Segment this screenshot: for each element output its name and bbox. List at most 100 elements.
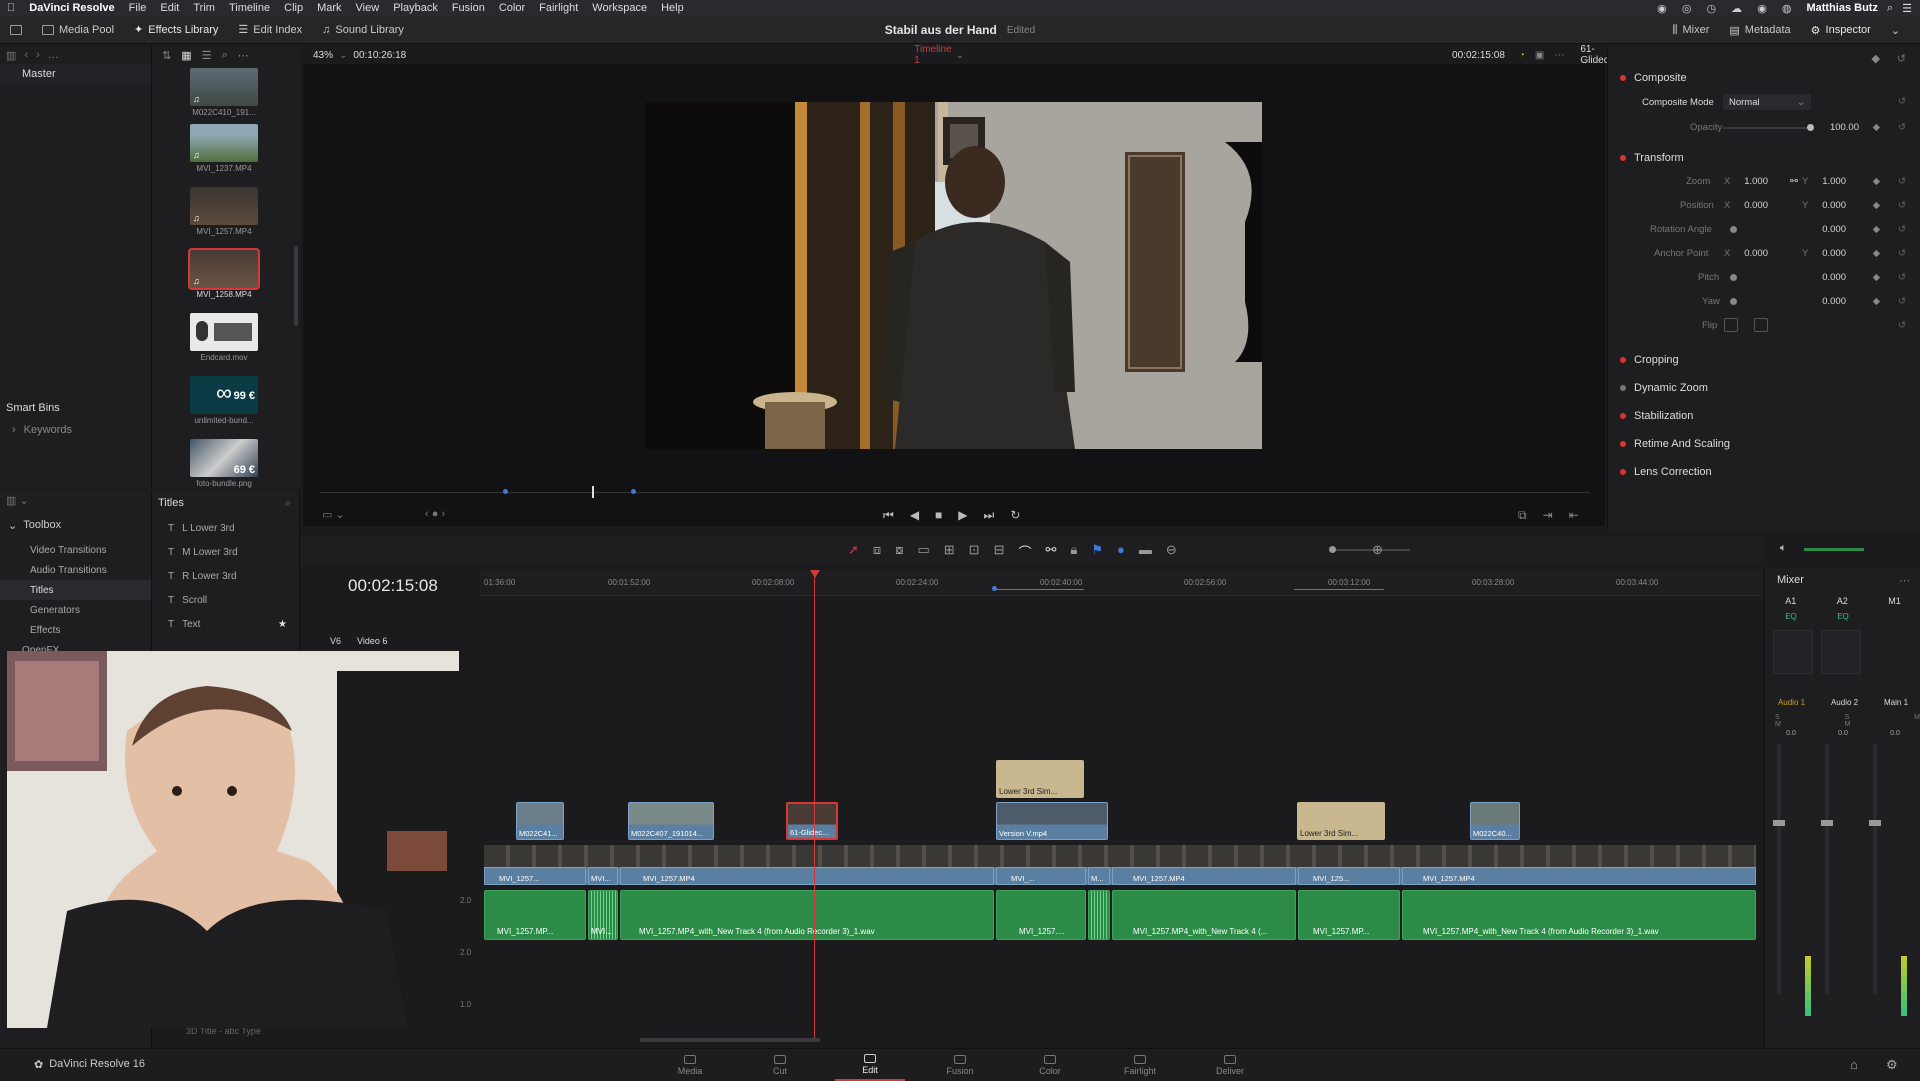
prev-edit-icon[interactable]: ⇤ — [1569, 508, 1579, 523]
keyframe-icon[interactable]: ◆ — [1873, 224, 1880, 235]
reset-icon[interactable]: ↺ — [1897, 52, 1906, 65]
title-clip[interactable]: Lower 3rd Sim... — [1297, 802, 1385, 840]
master-volume-slider[interactable] — [1804, 548, 1864, 551]
menu-clip[interactable]: Clip — [277, 2, 310, 14]
marker-icon[interactable]: ● — [1117, 542, 1125, 561]
keyframe-icon[interactable]: ◆ — [1873, 296, 1880, 307]
video-clip[interactable]: MVI_... — [996, 867, 1086, 885]
zoom-out-icon[interactable]: ⊖ — [1166, 542, 1177, 561]
status-icons[interactable]: ◉ ◎ ◷ ☁ ◉ ◍ — [1657, 2, 1797, 15]
search-icon[interactable]: ⌕ — [1887, 2, 1893, 15]
menu-playback[interactable]: Playback — [386, 2, 445, 14]
expand-icon[interactable]: ⌄ — [1881, 16, 1910, 44]
media-pool-button[interactable]: Media Pool — [32, 16, 124, 44]
video-clip[interactable]: M... — [1088, 867, 1110, 885]
menu-mark[interactable]: Mark — [310, 2, 348, 14]
page-fusion[interactable]: Fusion — [925, 1049, 995, 1081]
master-bin[interactable]: Master — [0, 64, 151, 84]
opacity-slider-handle[interactable] — [1807, 124, 1814, 131]
video-clip[interactable]: MVI_1257.MP4 — [1402, 867, 1756, 885]
sound-library-button[interactable]: ♫ Sound Library — [312, 16, 414, 44]
link-icon[interactable]: ⚯ — [1790, 176, 1798, 187]
reset-icon[interactable]: ↺ — [1898, 320, 1906, 331]
page-cut[interactable]: Cut — [745, 1049, 815, 1081]
zoom-x-value[interactable]: 1.000 — [1734, 176, 1768, 187]
title-item[interactable]: TL Lower 3rd — [152, 516, 299, 540]
scrubber-playhead[interactable] — [592, 486, 594, 498]
keyframe-icon[interactable]: ◆ — [1873, 248, 1880, 259]
timeline-view-icon[interactable]: ▬ — [1139, 542, 1152, 561]
opacity-slider[interactable] — [1723, 127, 1811, 129]
video-clip[interactable]: MVI_1257.MP4 — [1112, 867, 1296, 885]
more-icon[interactable]: ⋯ — [1554, 50, 1564, 61]
reset-icon[interactable]: ↺ — [1898, 272, 1906, 283]
reset-icon[interactable]: ↺ — [1898, 248, 1906, 259]
video-clip[interactable]: MVI... — [588, 867, 618, 885]
cropping-section-header[interactable]: Cropping — [1608, 346, 1920, 374]
workspace-toggle-icon[interactable] — [0, 16, 32, 44]
fader-m1[interactable] — [1869, 820, 1881, 826]
fader-a2[interactable] — [1821, 820, 1833, 826]
page-edit[interactable]: Edit — [835, 1049, 905, 1081]
toolbox-titles[interactable]: Titles — [0, 580, 151, 600]
stop-icon[interactable]: ■ — [935, 508, 942, 523]
play-icon[interactable]: ▶ — [958, 508, 967, 523]
jog-icon[interactable]: ‹ ● › — [425, 508, 445, 520]
zoom-level[interactable]: 43% — [313, 50, 333, 61]
sync-icon[interactable]: ◔ — [1519, 50, 1525, 61]
menu-view[interactable]: View — [349, 2, 387, 14]
title-item[interactable]: T Scroll — [152, 588, 299, 612]
menu-workspace[interactable]: Workspace — [585, 2, 654, 14]
solo-mute-a2[interactable]: S M — [1845, 714, 1855, 728]
zoom-y-value[interactable]: 1.000 — [1812, 176, 1846, 187]
blade-tool-icon[interactable]: ▭ — [917, 542, 929, 561]
keywords-bin[interactable]: › Keywords — [12, 424, 72, 436]
overwrite-clip-icon[interactable]: ⊡ — [969, 542, 980, 561]
media-clip-selected[interactable]: ♫ MVI_1258.MP4 — [188, 248, 260, 299]
lens-correction-section-header[interactable]: Lens Correction — [1608, 458, 1920, 486]
viewer-scrubber[interactable] — [320, 492, 1590, 493]
composite-mode-dropdown[interactable]: Normal ⌄ — [1723, 94, 1811, 110]
page-media[interactable]: Media — [655, 1049, 725, 1081]
media-clip[interactable]: Endcard.mov — [188, 313, 260, 362]
video-clip[interactable]: M022C407_191014... — [628, 802, 714, 840]
home-icon[interactable]: ⌂ — [1850, 1057, 1858, 1072]
position-y-value[interactable]: 0.000 — [1812, 200, 1846, 211]
toolbox-video-transitions[interactable]: Video Transitions — [0, 540, 151, 560]
enable-dot[interactable] — [1620, 441, 1626, 447]
zoom-in-icon[interactable]: ⊕ — [1372, 542, 1383, 558]
position-lock-icon[interactable]: 🔒︎ — [1070, 542, 1077, 561]
audio-clip[interactable]: MVI_1257.MP4_with_New Track 4 (... — [1112, 890, 1296, 940]
layout-icon[interactable]: ▣ — [1535, 50, 1544, 61]
yaw-value[interactable]: 0.000 — [1812, 296, 1846, 307]
keyframe-icon[interactable]: ◆ — [1873, 122, 1880, 133]
page-fairlight[interactable]: Fairlight — [1105, 1049, 1175, 1081]
page-deliver[interactable]: Deliver — [1195, 1049, 1265, 1081]
audio-clip[interactable]: MVI_1257.MP4_with_New Track 4 (from Audi… — [1402, 890, 1756, 940]
replace-clip-icon[interactable]: ⊟ — [994, 542, 1005, 561]
match-frame-icon[interactable]: ⧉ — [1518, 508, 1527, 523]
title-item[interactable]: TR Lower 3rd — [152, 564, 299, 588]
menu-app[interactable]: DaVinci Resolve — [22, 2, 121, 14]
go-to-end-icon[interactable]: ⏭ — [984, 508, 995, 523]
grid-view-icon[interactable]: ▦ — [181, 49, 191, 62]
video-clip-selected[interactable]: 61-Glidec... — [786, 802, 838, 840]
toolbox-effects[interactable]: Effects — [0, 620, 151, 640]
flip-horizontal-icon[interactable] — [1724, 318, 1738, 332]
scrollbar[interactable] — [294, 246, 298, 326]
audio-clip[interactable] — [1088, 890, 1110, 940]
settings-gear-icon[interactable]: ⚙ — [1886, 1057, 1898, 1073]
video-clip[interactable]: MVI_1257.MP4 — [620, 867, 994, 885]
viewer-mode-icon[interactable]: ▭ ⌄ — [322, 508, 345, 521]
dynamic-zoom-section-header[interactable]: Dynamic Zoom — [1608, 374, 1920, 402]
toolbox-audio-transitions[interactable]: Audio Transitions — [0, 560, 151, 580]
timeline-zoom-handle[interactable] — [1329, 546, 1336, 553]
menu-help[interactable]: Help — [654, 2, 691, 14]
menu-fairlight[interactable]: Fairlight — [532, 2, 585, 14]
enable-dot[interactable] — [1620, 469, 1626, 475]
next-edit-icon[interactable]: ⇥ — [1543, 508, 1553, 523]
nav-back-icon[interactable]: ‹ — [24, 49, 28, 61]
playhead-handle[interactable] — [810, 570, 820, 578]
inspector-button[interactable]: ⚙ Inspector — [1801, 16, 1881, 44]
menu-color[interactable]: Color — [492, 2, 532, 14]
